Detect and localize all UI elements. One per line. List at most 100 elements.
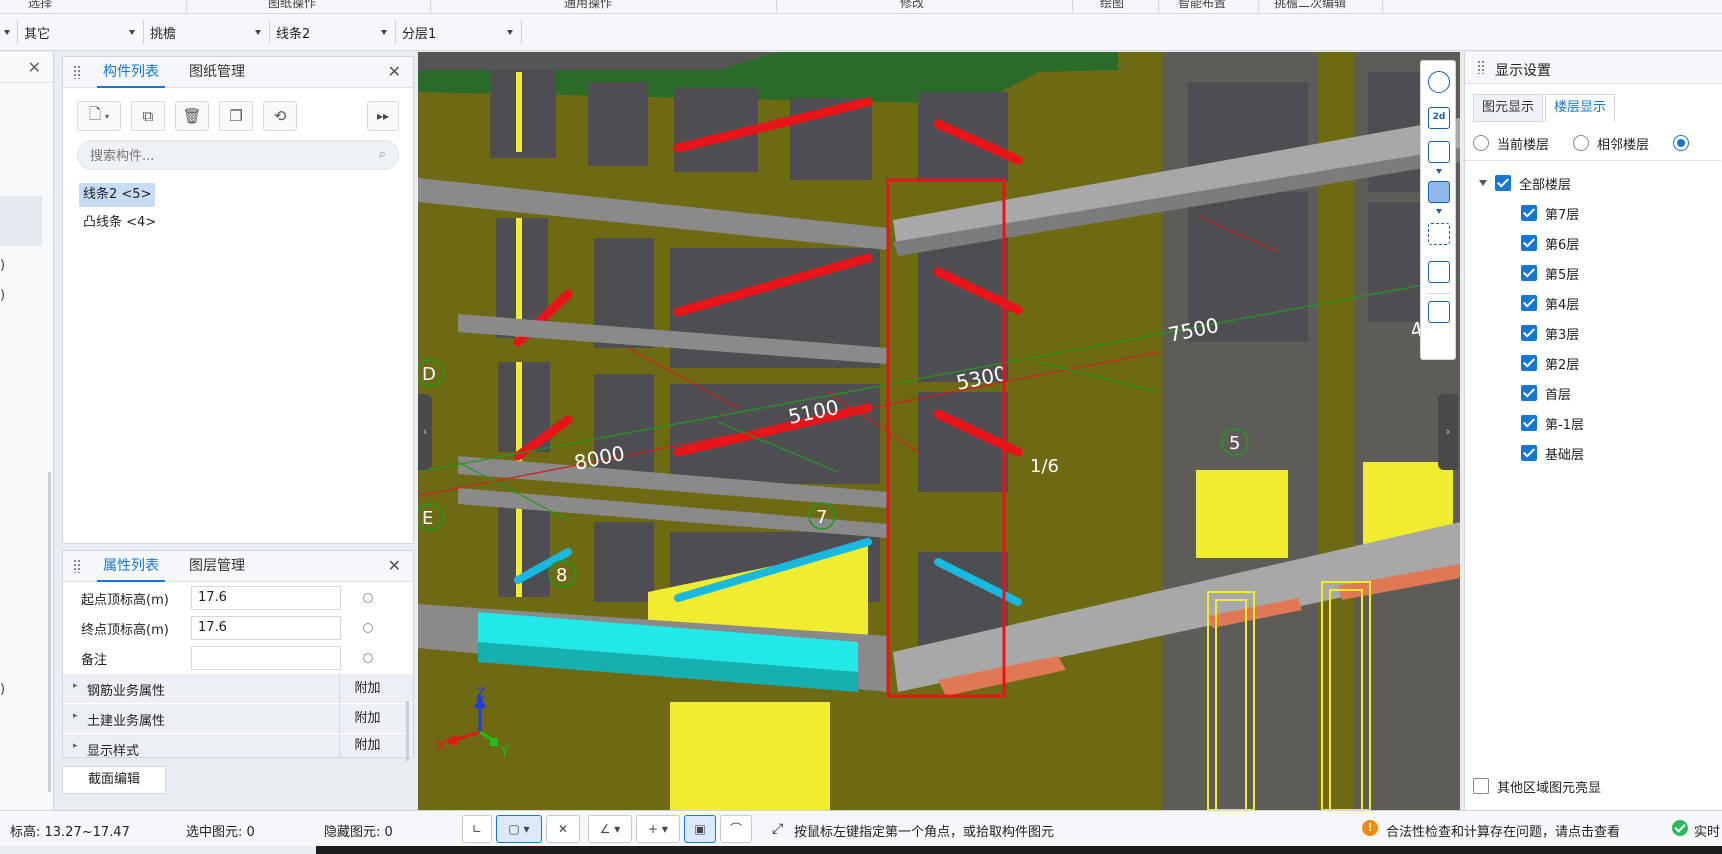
component-item-line2[interactable]: 线条2 <5>	[79, 183, 156, 207]
layer-view-icon[interactable]	[1428, 301, 1450, 323]
tab-floor-display[interactable]: 楼层显示	[1545, 94, 1616, 122]
checkbox-icon[interactable]	[1521, 445, 1537, 461]
ribbon-group-drawing-ops[interactable]: 图纸操作	[268, 0, 316, 11]
property-indicator-icon	[363, 623, 373, 633]
property-group-display-style[interactable]: ▸ 显示样式 附加	[63, 733, 413, 759]
tab-drawing-management[interactable]: 图纸管理	[183, 57, 251, 88]
view-2d-button[interactable]: 2d	[1428, 107, 1450, 129]
chevron-down-icon[interactable]	[1436, 209, 1442, 214]
radio-all-floor[interactable]	[1673, 135, 1690, 151]
section-edit-button[interactable]: 截面编辑	[62, 766, 166, 794]
drag-handle-icon[interactable]	[1477, 60, 1485, 74]
tab-component-list[interactable]: 构件列表	[97, 57, 165, 88]
convert-component-button[interactable]: ⟲	[263, 101, 297, 131]
floor-item-4[interactable]: 第4层	[1521, 293, 1579, 313]
floor-item-minus1[interactable]: 第-1层	[1521, 413, 1584, 433]
property-value-input[interactable]: 17.6	[191, 586, 341, 610]
property-group-civil[interactable]: ▸ 土建业务属性 附加	[63, 703, 413, 734]
ribbon-group-general-ops[interactable]: 通用操作	[564, 0, 612, 11]
combo-floor-caret[interactable]	[0, 20, 18, 44]
collapse-left-panel-button[interactable]: ‹	[418, 394, 432, 470]
search-icon[interactable]: ⌕	[379, 147, 386, 162]
orthogonal-toggle[interactable]: ∟	[462, 815, 492, 843]
radio-current-floor[interactable]	[1473, 135, 1489, 151]
checkbox-all-floors[interactable]	[1495, 175, 1511, 191]
floor-item-5[interactable]: 第5层	[1521, 263, 1579, 283]
attach-button[interactable]: 附加	[339, 704, 395, 734]
attach-button[interactable]: 附加	[339, 734, 395, 758]
checkbox-icon[interactable]	[1521, 355, 1537, 371]
chevron-down-icon[interactable]	[1436, 169, 1442, 174]
checkbox-icon[interactable]	[1521, 295, 1537, 311]
arc-mode-toggle[interactable]: ⌒	[720, 815, 752, 843]
property-value-input[interactable]: 17.6	[191, 616, 341, 640]
checkbox-other-area[interactable]	[1473, 778, 1489, 794]
drag-handle-icon[interactable]	[73, 65, 81, 79]
ribbon-group-select[interactable]: 选择	[28, 0, 52, 11]
property-group-rebar[interactable]: ▸ 钢筋业务属性 附加	[63, 673, 413, 704]
navigation-scrollbar[interactable]	[48, 472, 51, 792]
chevron-down-icon[interactable]	[1479, 180, 1487, 186]
checkbox-icon[interactable]	[1521, 385, 1537, 401]
collapse-right-panel-button[interactable]: ›	[1438, 394, 1458, 470]
ribbon-group-eave-edit[interactable]: 挑檐二次编辑	[1274, 0, 1346, 11]
other-area-highlight-option[interactable]: 其他区域图元亮显	[1473, 776, 1601, 796]
copy-component-button[interactable]: ⧉	[131, 101, 165, 131]
floor-item-ground[interactable]: 首层	[1521, 383, 1571, 403]
floor-item-6[interactable]: 第6层	[1521, 233, 1579, 253]
cross-select-toggle[interactable]: ✕	[546, 815, 580, 843]
tab-element-display[interactable]: 图元显示	[1473, 94, 1544, 122]
new-component-button[interactable]: 🗋 ▾	[77, 101, 121, 131]
ribbon-group-draw[interactable]: 绘图	[1100, 0, 1124, 11]
3d-viewport[interactable]: 8000 5100 5300 7500 49 D E 8 7 1/6 5	[418, 52, 1460, 810]
validation-warning-link[interactable]: 合法性检查和计算存在问题，请点击查看	[1386, 821, 1620, 840]
component-select[interactable]: 线条2	[270, 20, 396, 44]
radio-adjacent-floor[interactable]	[1573, 135, 1590, 151]
tab-layer-management[interactable]: 图层管理	[183, 551, 251, 582]
checkbox-icon[interactable]	[1521, 325, 1537, 341]
warning-icon[interactable]: !	[1362, 820, 1378, 836]
snap-settings-button[interactable]: + ▾	[636, 815, 680, 843]
iso-icon[interactable]	[1428, 261, 1450, 283]
property-scrollbar[interactable]	[406, 701, 409, 761]
tree-node-all-floors[interactable]: 全部楼层	[1479, 173, 1571, 193]
realtime-status[interactable]: 实时	[1694, 821, 1720, 840]
checkbox-icon[interactable]	[1521, 265, 1537, 281]
type-select[interactable]: 挑檐	[144, 20, 270, 44]
chevron-right-icon[interactable]: ▸	[73, 741, 78, 751]
attach-button[interactable]: 附加	[339, 674, 395, 704]
component-search[interactable]: ⌕	[77, 140, 399, 170]
ribbon-group-smart-layout[interactable]: 智能布置	[1178, 0, 1226, 11]
tab-property-list[interactable]: 属性列表	[97, 551, 165, 582]
cube-icon[interactable]	[1428, 141, 1450, 163]
delete-component-button[interactable]: 🗑	[175, 101, 209, 131]
dynamic-input-toggle[interactable]: ▣	[684, 815, 716, 843]
navigation-selected-item[interactable]	[0, 196, 42, 246]
checkbox-icon[interactable]	[1521, 235, 1537, 251]
expand-toolbar-button[interactable]: ▸▸	[367, 101, 399, 131]
checkbox-icon[interactable]	[1521, 415, 1537, 431]
layer-copy-button[interactable]: ❐	[219, 101, 253, 131]
chevron-right-icon[interactable]: ▸	[73, 681, 78, 691]
floor-item-2[interactable]: 第2层	[1521, 353, 1579, 373]
floor-item-foundation[interactable]: 基础层	[1521, 443, 1584, 463]
select-mode-button[interactable]: ▢ ▾	[496, 815, 542, 843]
ribbon-group-modify[interactable]: 修改	[900, 0, 924, 11]
checkbox-icon[interactable]	[1521, 205, 1537, 221]
search-input[interactable]	[90, 146, 360, 166]
category-select[interactable]: 其它	[18, 20, 144, 44]
close-icon[interactable]: ✕	[28, 58, 41, 77]
component-item-convex-line[interactable]: 凸线条 <4>	[79, 211, 160, 235]
fit-icon[interactable]	[1428, 223, 1450, 245]
cube-solid-icon[interactable]	[1428, 181, 1450, 203]
property-value-input[interactable]	[191, 646, 341, 670]
floor-item-3[interactable]: 第3层	[1521, 323, 1579, 343]
chevron-right-icon[interactable]: ▸	[73, 711, 78, 721]
angle-snap-button[interactable]: ∠ ▾	[588, 815, 632, 843]
orbit-icon[interactable]	[1428, 71, 1450, 93]
drag-handle-icon[interactable]	[73, 559, 81, 573]
floor-item-7[interactable]: 第7层	[1521, 203, 1579, 223]
close-icon[interactable]: ✕	[388, 62, 401, 81]
close-icon[interactable]: ✕	[388, 556, 401, 575]
layer-select[interactable]: 分层1	[396, 20, 522, 44]
